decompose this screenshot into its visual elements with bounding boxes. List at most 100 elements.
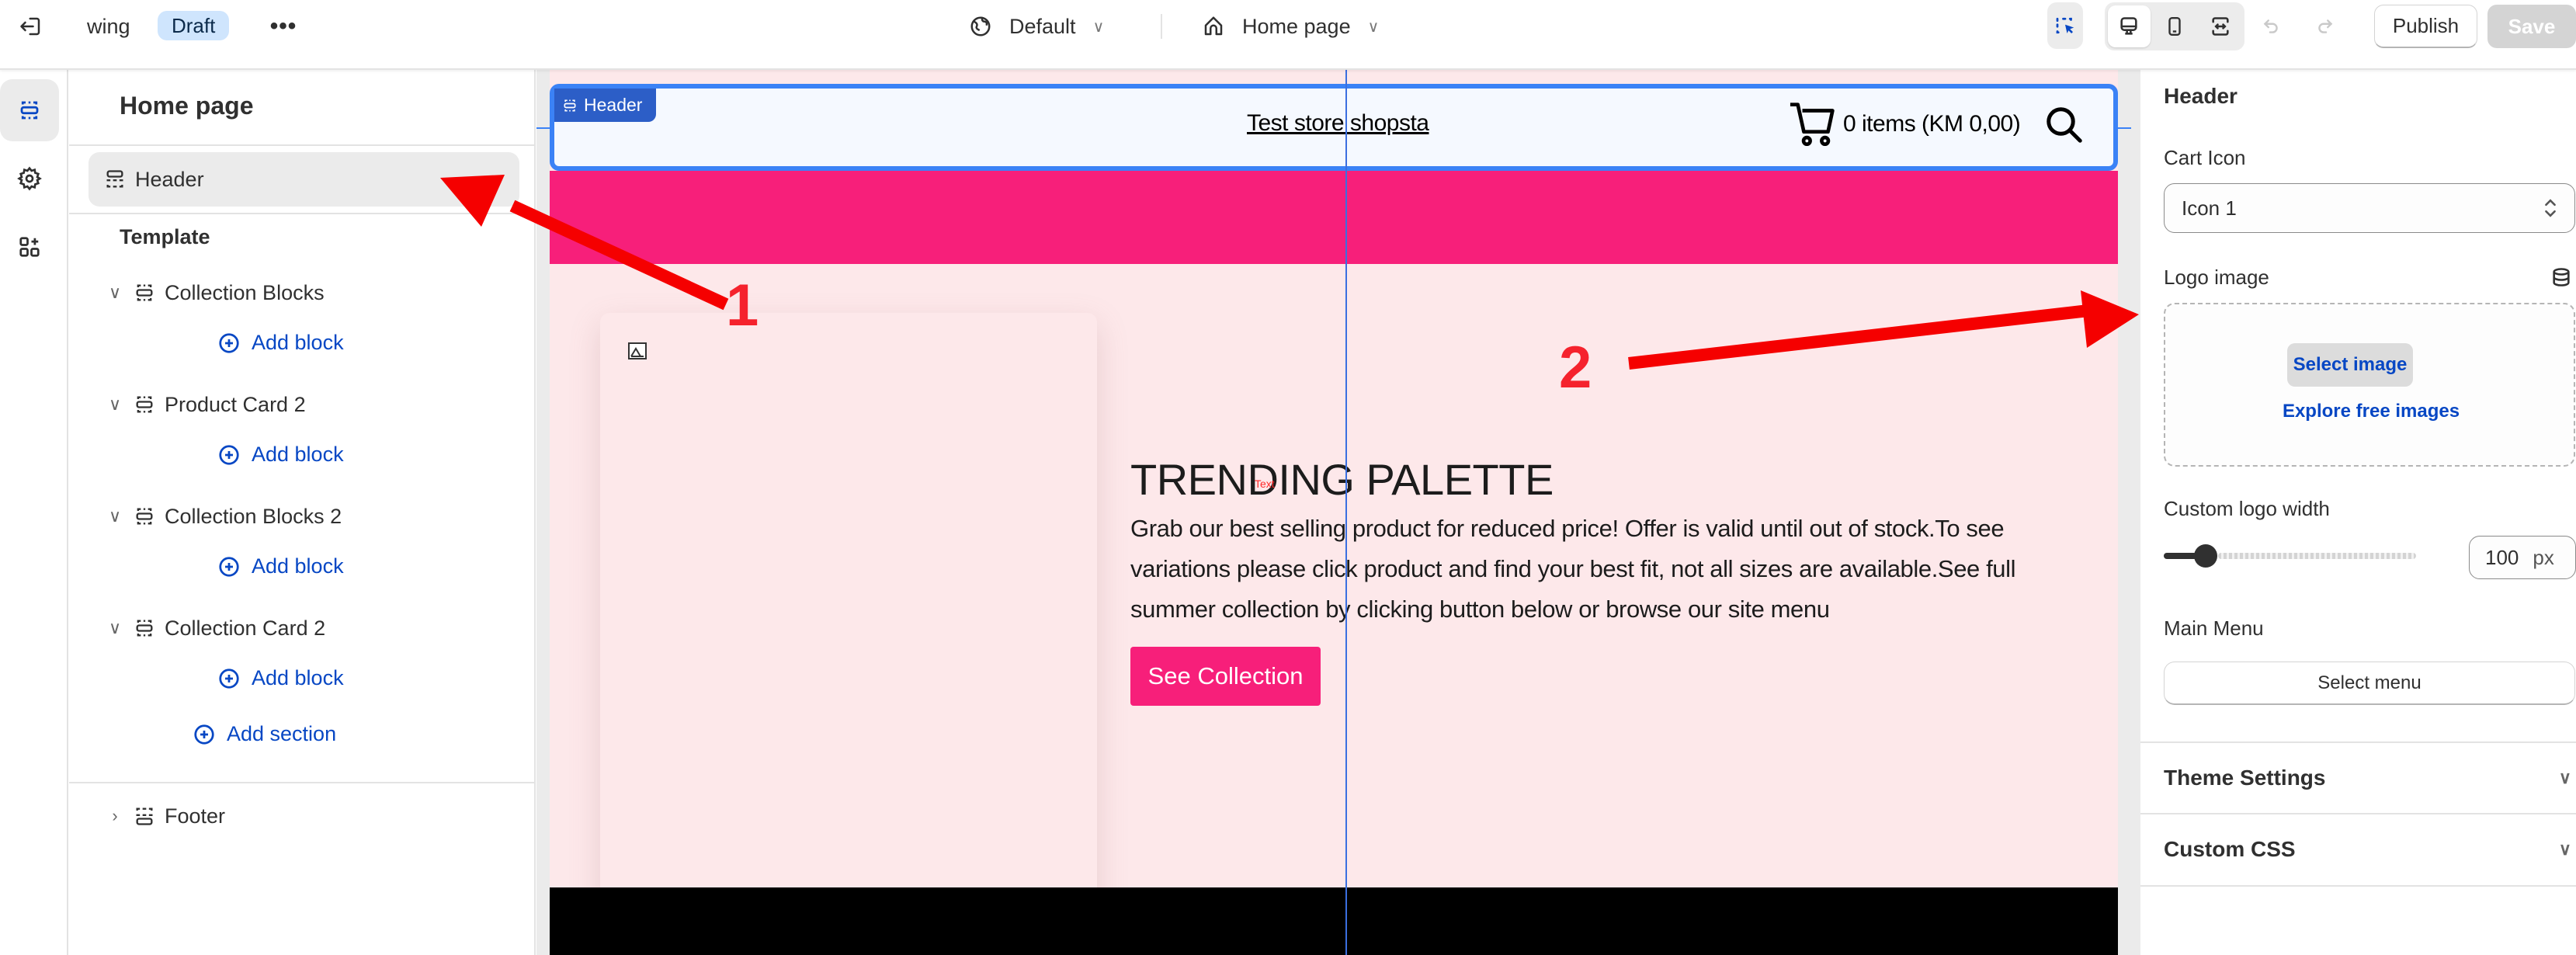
section-item-product-card-2[interactable]: ∨ Product Card 2 [89, 377, 519, 432]
panel-title: Home page [120, 92, 254, 120]
add-block-link[interactable]: Add block [217, 666, 344, 690]
chevron-down-icon[interactable]: ∨ [89, 506, 126, 526]
cart-link[interactable]: 0 items (KM 0,00) [1789, 101, 2021, 148]
logo-width-unit: px [2533, 545, 2554, 569]
selected-section-tag-label: Header [584, 95, 643, 115]
settings-panel: Header Cart Icon Icon 1 Logo image Selec… [2131, 70, 2576, 955]
plus-circle-icon [194, 724, 214, 745]
rail-settings-button[interactable] [0, 148, 59, 210]
theme-selector[interactable]: Default ∨ [969, 8, 1104, 45]
plus-circle-icon [219, 556, 239, 577]
chevron-down-icon[interactable]: ∨ [89, 283, 126, 303]
preview-footer-section[interactable] [550, 887, 2118, 955]
add-block-link[interactable]: Add block [217, 443, 344, 467]
add-block-label: Add block [252, 443, 344, 466]
explore-free-images-link[interactable]: Explore free images [2165, 401, 2576, 422]
exit-button[interactable] [16, 9, 47, 43]
sections-panel: Home page Header Template ∨ Collection B… [69, 70, 536, 955]
gear-icon [17, 166, 42, 191]
select-image-button[interactable]: Select image [2287, 343, 2413, 387]
section-item-label: Header [135, 167, 204, 191]
page-selector[interactable]: Home page ∨ [1202, 8, 1379, 45]
store-title-link[interactable]: Test store shopsta [1247, 110, 1429, 137]
cart-icon-select[interactable]: Icon 1 [2164, 183, 2575, 233]
chevron-right-icon[interactable]: › [89, 806, 126, 826]
section-item-collection-blocks[interactable]: ∨ Collection Blocks [89, 266, 519, 320]
redo-button[interactable] [2310, 11, 2341, 42]
accordion-label: Custom CSS [2164, 837, 2296, 861]
database-icon [2553, 268, 2570, 286]
cart-icon [1790, 102, 1835, 146]
section-item-collection-card-2[interactable]: ∨ Collection Card 2 [89, 601, 519, 655]
section-icon [134, 505, 155, 527]
section-item-footer[interactable]: › Footer [89, 789, 519, 843]
divider [69, 144, 536, 146]
annotation-label-2: 2 [1559, 335, 1592, 401]
broken-image-icon [628, 342, 647, 363]
preview-header-section[interactable]: Header Test store shopsta 0 items (KM 0,… [550, 84, 2118, 171]
publish-button[interactable]: Publish [2374, 5, 2477, 48]
slider-thumb[interactable] [2194, 544, 2217, 568]
announcement-band [550, 171, 2118, 264]
redo-icon [2318, 19, 2333, 33]
see-collection-button[interactable]: See Collection [1130, 647, 1321, 706]
save-button[interactable]: Save [2487, 5, 2576, 48]
plus-circle-icon [219, 332, 239, 353]
text-block-marker: Text [1255, 477, 1275, 490]
section-item-label: Footer [165, 804, 226, 828]
logo-width-slider[interactable] [2164, 543, 2416, 568]
section-item-collection-blocks-2[interactable]: ∨ Collection Blocks 2 [89, 489, 519, 543]
store-name: wing [87, 14, 130, 38]
guide-line [536, 127, 550, 129]
chevron-down-icon: ∨ [1092, 18, 1105, 36]
guide-line [2118, 127, 2131, 129]
mobile-icon [2168, 16, 2181, 36]
divider [2140, 885, 2576, 887]
cart-icon-select-value: Icon 1 [2182, 196, 2237, 220]
add-block-link[interactable]: Add block [217, 331, 344, 355]
chevron-down-icon[interactable]: ∨ [89, 618, 126, 638]
exit-icon [20, 17, 40, 36]
select-cursor-icon [2056, 17, 2074, 34]
section-item-header[interactable]: Header [89, 152, 519, 207]
section-item-label: Collection Card 2 [165, 616, 326, 640]
more-actions-button[interactable]: ••• [268, 11, 299, 42]
divider [1161, 14, 1162, 39]
rail-sections-button[interactable] [0, 79, 59, 141]
fullwidth-view-button[interactable] [2199, 5, 2241, 47]
page-selector-label: Home page [1242, 14, 1351, 38]
accordion-label: Theme Settings [2164, 766, 2326, 790]
logo-width-label: Custom logo width [2164, 497, 2330, 520]
globe-icon [970, 16, 991, 36]
dynamic-source-button[interactable] [2550, 266, 2572, 293]
add-section-link[interactable]: Add section [193, 722, 336, 746]
add-section-label: Add section [227, 722, 337, 745]
selected-section-tag: Header [554, 89, 657, 122]
select-menu-button[interactable]: Select menu [2164, 662, 2575, 705]
rail-apps-button[interactable] [0, 216, 59, 278]
theme-selector-label: Default [1009, 14, 1076, 38]
desktop-view-button[interactable] [2108, 5, 2151, 47]
icon-rail [0, 70, 68, 955]
apps-icon [19, 237, 40, 257]
device-preview-group [2105, 2, 2244, 50]
chevron-down-icon: ∨ [1367, 18, 1380, 36]
divider [69, 782, 536, 783]
header-section-icon [104, 168, 126, 190]
logo-width-input[interactable]: 100 px [2469, 536, 2576, 579]
accordion-theme-settings[interactable]: Theme Settings ∨ [2164, 743, 2576, 813]
accordion-custom-css[interactable]: Custom CSS ∨ [2164, 814, 2576, 884]
chevron-up-down-icon [2545, 199, 2556, 217]
logo-image-dropzone[interactable]: Select image Explore free images [2164, 303, 2575, 467]
chevron-down-icon[interactable]: ∨ [89, 394, 126, 415]
undo-button[interactable] [2255, 11, 2286, 42]
section-icon [134, 282, 155, 304]
mobile-view-button[interactable] [2154, 5, 2196, 47]
inspector-toggle[interactable] [2047, 2, 2083, 49]
template-heading: Template [120, 225, 210, 248]
status-badge: Draft [158, 11, 230, 40]
section-item-label: Product Card 2 [165, 392, 306, 416]
add-block-link[interactable]: Add block [217, 554, 344, 578]
hero-image-card[interactable] [600, 313, 1097, 911]
search-button[interactable] [2043, 104, 2085, 150]
